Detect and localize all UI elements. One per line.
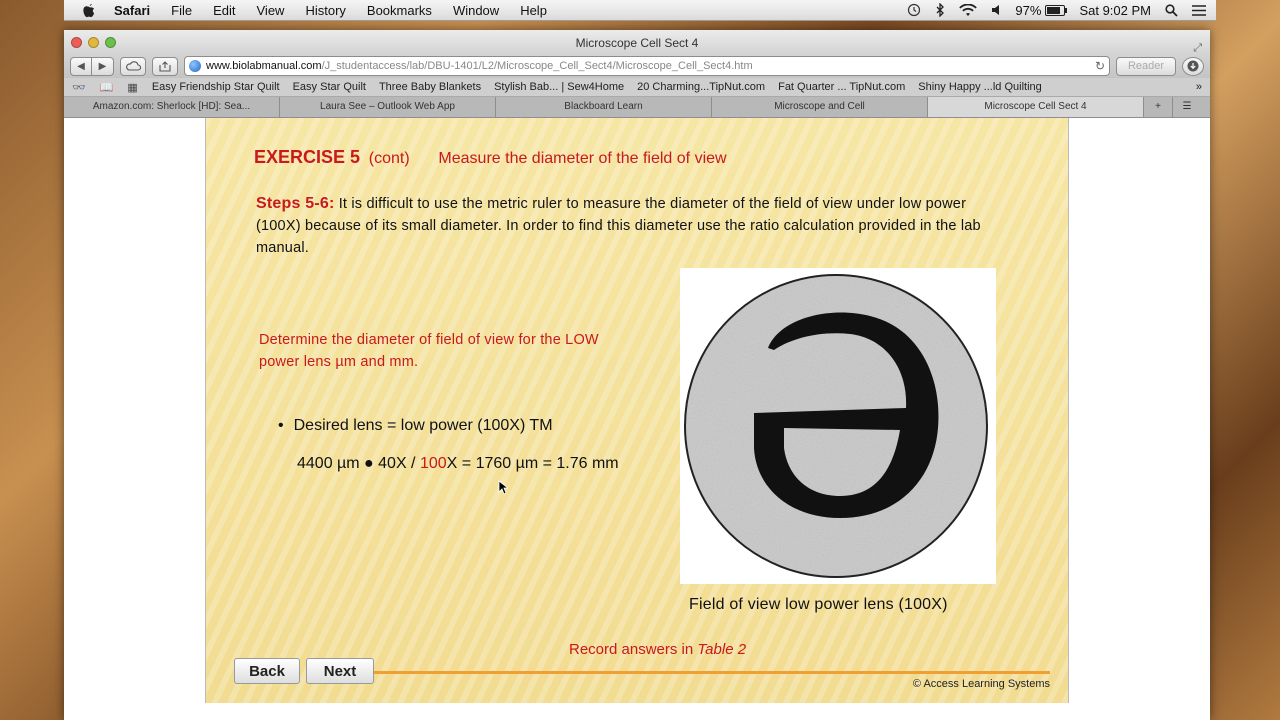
volume-icon[interactable]: [991, 4, 1001, 16]
bookmark-item[interactable]: Fat Quarter ... TipNut.com: [778, 81, 905, 93]
lesson-slide: EXERCISE 5 (cont) Measure the diameter o…: [205, 118, 1069, 703]
safari-window: Microscope Cell Sect 4 ⤢ ◀ ▶ www.biolabm…: [64, 30, 1210, 720]
menu-window[interactable]: Window: [453, 3, 499, 18]
bookmark-item[interactable]: Three Baby Blankets: [379, 81, 481, 93]
calc-highlight: 100: [419, 455, 447, 472]
bookmark-item[interactable]: Stylish Bab... | Sew4Home: [494, 81, 624, 93]
tab-bar: Amazon.com: Sherlock [HD]: Sea... Laura …: [64, 97, 1210, 118]
download-icon: [1187, 60, 1199, 72]
notification-center-icon[interactable]: [1192, 4, 1206, 16]
desired-lens-bullet: • Desired lens = low power (100X) TM: [278, 417, 553, 435]
record-table-ref: Table 2: [697, 641, 747, 658]
url-path: /J_studentaccess/lab/DBU-1401/L2/Microsc…: [321, 60, 753, 72]
share-icon: [159, 60, 171, 72]
menu-bookmarks[interactable]: Bookmarks: [367, 3, 432, 18]
bookmarks-bar: 👓 📖 ▦ Easy Friendship Star Quilt Easy St…: [64, 78, 1210, 97]
battery-icon: [1045, 4, 1068, 16]
fullscreen-icon[interactable]: ⤢: [1193, 35, 1202, 61]
determine-instruction: Determine the diameter of field of view …: [259, 332, 599, 370]
tab-microscope-and-cell[interactable]: Microscope and Cell: [712, 97, 928, 117]
field-of-view-image: [680, 268, 996, 584]
bookmark-item[interactable]: Easy Star Quilt: [293, 81, 366, 93]
reload-icon[interactable]: ↻: [1095, 59, 1105, 73]
zoom-window-button[interactable]: [105, 37, 116, 48]
copyright-notice: © Access Learning Systems: [912, 678, 1050, 690]
exercise-title: EXERCISE 5: [254, 147, 361, 167]
reader-button[interactable]: Reader: [1116, 56, 1176, 76]
battery-percent: 97%: [1015, 2, 1042, 18]
bullet-dot: •: [278, 417, 284, 434]
clock[interactable]: Sat 9:02 PM: [1079, 3, 1151, 18]
browser-forward-button[interactable]: ▶: [92, 56, 114, 76]
tab-outlook[interactable]: Laura See – Outlook Web App: [280, 97, 496, 117]
apple-menu-icon[interactable]: [82, 3, 96, 18]
tab-overview-icon[interactable]: ☰: [1173, 97, 1201, 117]
bookmark-item[interactable]: 20 Charming...TipNut.com: [637, 81, 765, 93]
bluetooth-icon[interactable]: [935, 3, 945, 17]
page-content: EXERCISE 5 (cont) Measure the diameter o…: [64, 118, 1210, 720]
mouse-cursor-icon: [498, 480, 508, 495]
window-title: Microscope Cell Sect 4: [575, 36, 699, 50]
next-button[interactable]: Next: [306, 658, 374, 684]
tab-amazon[interactable]: Amazon.com: Sherlock [HD]: Sea...: [64, 97, 280, 117]
menu-file[interactable]: File: [171, 3, 192, 18]
menu-help[interactable]: Help: [520, 3, 547, 18]
globe-icon: [189, 60, 201, 72]
minimize-window-button[interactable]: [88, 37, 99, 48]
back-button[interactable]: Back: [234, 658, 300, 684]
cloud-icon: [126, 61, 141, 71]
tab-blackboard[interactable]: Blackboard Learn: [496, 97, 712, 117]
record-answers-note: Record answers in Table 2: [569, 641, 746, 658]
menu-view[interactable]: View: [257, 3, 285, 18]
spotlight-search-icon[interactable]: [1165, 3, 1178, 17]
record-prefix: Record answers in: [569, 641, 698, 658]
wifi-icon[interactable]: [959, 3, 978, 17]
time-machine-icon[interactable]: [907, 3, 921, 17]
browser-back-button[interactable]: ◀: [70, 56, 92, 76]
top-sites-grid-icon[interactable]: ▦: [127, 81, 137, 94]
steps-text: It is difficult to use the metric ruler …: [256, 196, 981, 256]
menu-history[interactable]: History: [305, 3, 345, 18]
menu-edit[interactable]: Edit: [213, 3, 235, 18]
close-window-button[interactable]: [71, 37, 82, 48]
bookmarks-overflow-icon[interactable]: »: [1196, 81, 1202, 93]
browser-toolbar: ◀ ▶ www.biolabmanual.com /J_studentacces…: [64, 54, 1210, 78]
bookmark-item[interactable]: Shiny Happy ...ld Quilting: [918, 81, 1042, 93]
system-menubar: Safari File Edit View History Bookmarks …: [64, 0, 1216, 21]
steps-label: Steps 5-6:: [256, 195, 335, 212]
window-controls: [71, 37, 116, 48]
calc-part-2: X = 1760 µm = 1.76 mm: [446, 455, 619, 472]
calc-part-1: 4400 µm ● 40X /: [297, 455, 420, 472]
new-tab-plus-icon[interactable]: +: [1144, 97, 1173, 117]
exercise-subtitle: Measure the diameter of the field of vie…: [438, 150, 727, 167]
reading-list-icon[interactable]: 👓: [72, 81, 86, 94]
menu-app-name[interactable]: Safari: [114, 3, 150, 18]
url-host: www.biolabmanual.com: [206, 60, 322, 72]
bookmarks-book-icon[interactable]: 📖: [100, 81, 114, 94]
bookmark-item[interactable]: Easy Friendship Star Quilt: [152, 81, 280, 93]
exercise-heading: EXERCISE 5 (cont) Measure the diameter o…: [254, 147, 727, 168]
back-forward-group: ◀ ▶: [70, 56, 114, 76]
exercise-cont: (cont): [368, 150, 410, 167]
icloud-tabs-button[interactable]: [120, 56, 146, 76]
ratio-calculation: 4400 µm ● 40X / 100X = 1760 µm = 1.76 mm: [297, 455, 619, 473]
share-button[interactable]: [152, 56, 178, 76]
battery-status[interactable]: 97%: [1015, 2, 1068, 18]
address-bar[interactable]: www.biolabmanual.com /J_studentaccess/la…: [184, 56, 1110, 76]
figure-caption: Field of view low power lens (100X): [689, 596, 948, 613]
title-bar: Microscope Cell Sect 4 ⤢: [64, 30, 1210, 54]
desired-lens-text: Desired lens = low power (100X) TM: [293, 417, 553, 434]
tab-microscope-cell-sect4[interactable]: Microscope Cell Sect 4: [928, 97, 1144, 117]
footer-divider: [366, 671, 1050, 674]
steps-paragraph: Steps 5-6: It is difficult to use the me…: [256, 193, 986, 259]
